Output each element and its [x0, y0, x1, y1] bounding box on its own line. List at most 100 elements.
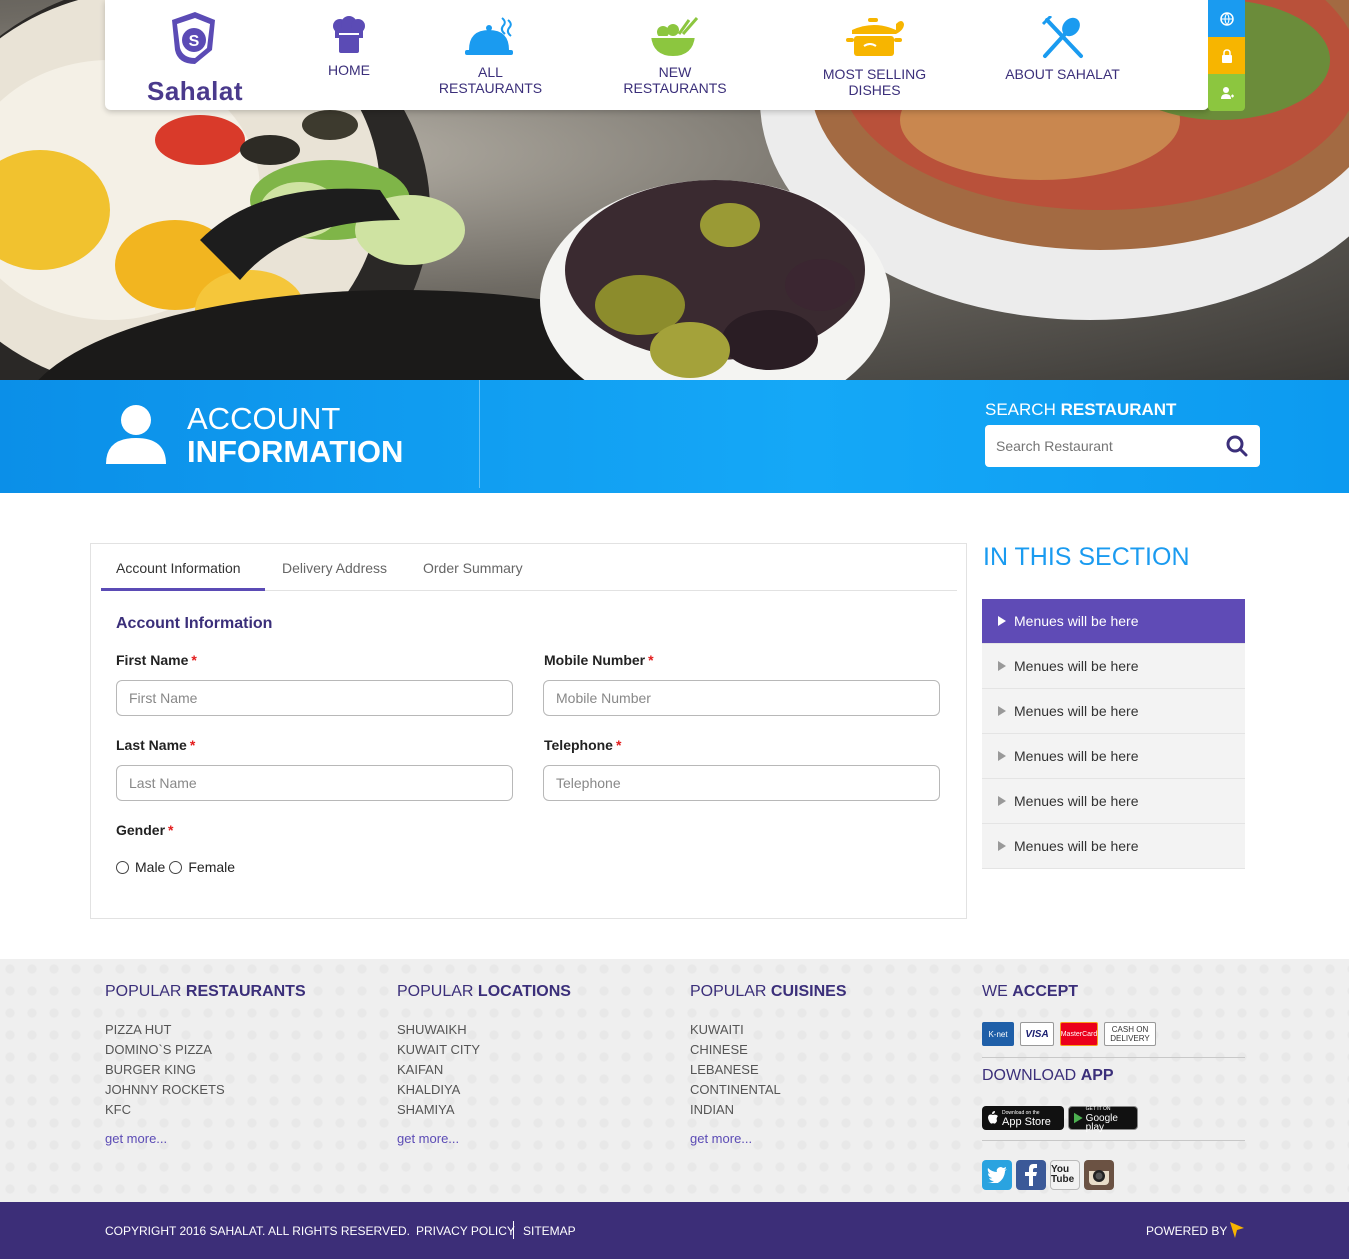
footer-link[interactable]: DOMINO`S PIZZA: [105, 1040, 306, 1060]
youtube-icon[interactable]: You Tube: [1050, 1160, 1080, 1190]
nav-about[interactable]: ABOUT SAHALAT: [1005, 16, 1120, 82]
get-more-link[interactable]: get more...: [105, 1131, 306, 1146]
footer-link[interactable]: KFC: [105, 1100, 306, 1120]
mobile-number-field[interactable]: [543, 680, 940, 716]
sidebar-item-1[interactable]: Menues will be here: [982, 599, 1245, 644]
nav-new-restaurants[interactable]: NEW RESTAURANTS: [610, 16, 740, 96]
mobile-number-label-text: Mobile Number: [544, 652, 646, 668]
sahalat-logo[interactable]: S Sahalat: [145, 10, 245, 106]
search-icon[interactable]: [1226, 435, 1248, 457]
heading-bold: CUISINES: [770, 983, 847, 1000]
telephone-field[interactable]: [543, 765, 940, 801]
apple-icon: [988, 1111, 998, 1124]
privacy-policy-link[interactable]: PRIVACY POLICY: [416, 1224, 515, 1238]
gender-male-label[interactable]: Male: [135, 859, 165, 875]
footer-link[interactable]: KAIFAN: [397, 1060, 571, 1080]
footer-popular-cuisines: POPULAR CUISINES KUWAITI CHINESE LEBANES…: [690, 983, 847, 1146]
first-name-label-text: First Name: [116, 652, 189, 668]
heading-light: POPULAR: [397, 983, 474, 1000]
sitemap-link[interactable]: SITEMAP: [523, 1224, 576, 1238]
heading-light: WE: [982, 983, 1008, 1000]
footer-link[interactable]: INDIAN: [690, 1100, 847, 1120]
sidebar-item-label: Menues will be here: [1014, 658, 1139, 674]
footer-link[interactable]: SHUWAIKH: [397, 1020, 571, 1040]
heading-bold: LOCATIONS: [477, 983, 571, 1000]
triangle-right-icon: [998, 706, 1006, 716]
form-section-heading: Account Information: [116, 615, 273, 632]
sidebar-item-label: Menues will be here: [1014, 703, 1139, 719]
restaurant-search-input[interactable]: [985, 425, 1205, 467]
triangle-right-icon: [998, 616, 1006, 626]
nav-home-label: HOME: [328, 62, 370, 78]
heading-light: DOWNLOAD: [982, 1067, 1077, 1084]
fork-spoon-icon: [1041, 16, 1083, 58]
footer-divider: [982, 1057, 1245, 1058]
form-tabs: Account Information Delivery Address Ord…: [101, 544, 957, 591]
nav-home[interactable]: HOME: [324, 16, 374, 78]
sidebar-item-3[interactable]: Menues will be here: [982, 689, 1245, 734]
footer-link[interactable]: PIZZA HUT: [105, 1020, 306, 1040]
google-play-text: Google play: [1085, 1112, 1118, 1133]
twitter-icon[interactable]: [982, 1160, 1012, 1190]
footer-link[interactable]: CONTINENTAL: [690, 1080, 847, 1100]
cooking-pot-icon: [845, 18, 904, 56]
register-button[interactable]: [1208, 74, 1245, 111]
footer-link[interactable]: JOHNNY ROCKETS: [105, 1080, 306, 1100]
footer-heading: POPULAR LOCATIONS: [397, 983, 571, 1001]
sidebar-item-5[interactable]: Menues will be here: [982, 779, 1245, 824]
active-tab-indicator: [101, 588, 265, 591]
heading-light: POPULAR: [690, 983, 767, 1000]
app-store-text: App Store: [1002, 1116, 1051, 1128]
last-name-label-text: Last Name: [116, 737, 187, 753]
get-more-link[interactable]: get more...: [690, 1131, 847, 1146]
gender-label: Gender *: [116, 822, 173, 838]
sidebar-item-6[interactable]: Menues will be here: [982, 824, 1245, 869]
language-button[interactable]: [1208, 0, 1245, 37]
gender-radio-group: Male Female: [116, 859, 235, 875]
sidebar-item-2[interactable]: Menues will be here: [982, 644, 1245, 689]
footer-link[interactable]: CHINESE: [690, 1040, 847, 1060]
nav-most-selling-label: MOST SELLING DISHES: [822, 66, 927, 98]
sidebar-item-4[interactable]: Menues will be here: [982, 734, 1245, 779]
brand-name: Sahalat: [147, 76, 243, 106]
footer-link[interactable]: SHAMIYA: [397, 1100, 571, 1120]
we-accept-heading: WE ACCEPT: [982, 983, 1078, 1001]
nav-most-selling[interactable]: MOST SELLING DISHES: [797, 16, 952, 98]
login-button[interactable]: [1208, 37, 1245, 74]
footer-link[interactable]: KUWAIT CITY: [397, 1040, 571, 1060]
sidebar-item-label: Menues will be here: [1014, 748, 1139, 764]
footer-link[interactable]: KHALDIYA: [397, 1080, 571, 1100]
first-name-field[interactable]: [116, 680, 513, 716]
required-mark: *: [189, 737, 196, 753]
gender-male-radio[interactable]: [116, 860, 129, 874]
last-name-field[interactable]: [116, 765, 513, 801]
nav-all-restaurants[interactable]: ALL RESTAURANTS: [428, 16, 553, 96]
app-store-badge[interactable]: Download on the App Store: [982, 1106, 1064, 1130]
footer-popular-restaurants: POPULAR RESTAURANTS PIZZA HUT DOMINO`S P…: [105, 983, 306, 1146]
get-more-link[interactable]: get more...: [397, 1131, 571, 1146]
knet-card-icon: K-net: [982, 1022, 1014, 1046]
page-title-line1: ACCOUNT: [187, 401, 341, 436]
visa-card-icon: VISA: [1020, 1022, 1054, 1046]
tab-order-summary[interactable]: Order Summary: [423, 560, 523, 576]
social-links: You Tube: [982, 1160, 1114, 1190]
restaurant-search-box: [985, 425, 1260, 467]
nav-about-label: ABOUT SAHALAT: [1005, 66, 1120, 82]
heading-bold: APP: [1080, 1067, 1114, 1084]
heading-bold: ACCEPT: [1012, 983, 1079, 1000]
instagram-icon[interactable]: [1084, 1160, 1114, 1190]
nav-new-restaurants-label: NEW RESTAURANTS: [623, 64, 727, 96]
copyright-text: COPYRIGHT 2016 SAHALAT. ALL RIGHTS RESER…: [105, 1224, 410, 1238]
footer-link[interactable]: LEBANESE: [690, 1060, 847, 1080]
facebook-icon[interactable]: [1016, 1160, 1046, 1190]
footer-link[interactable]: KUWAITI: [690, 1020, 847, 1040]
tab-delivery-address[interactable]: Delivery Address: [282, 560, 387, 576]
tab-account-information[interactable]: Account Information: [116, 560, 241, 576]
footer-link[interactable]: BURGER KING: [105, 1060, 306, 1080]
gender-female-radio[interactable]: [169, 860, 183, 874]
gender-female-label[interactable]: Female: [188, 859, 235, 875]
google-play-badge[interactable]: GET IT ON Google play: [1068, 1106, 1138, 1133]
powered-by-logo-icon[interactable]: [1230, 1222, 1244, 1238]
payment-cards: K-net VISA MasterCard CASH ON DELIVERY: [982, 1022, 1156, 1046]
required-mark: *: [648, 652, 654, 668]
